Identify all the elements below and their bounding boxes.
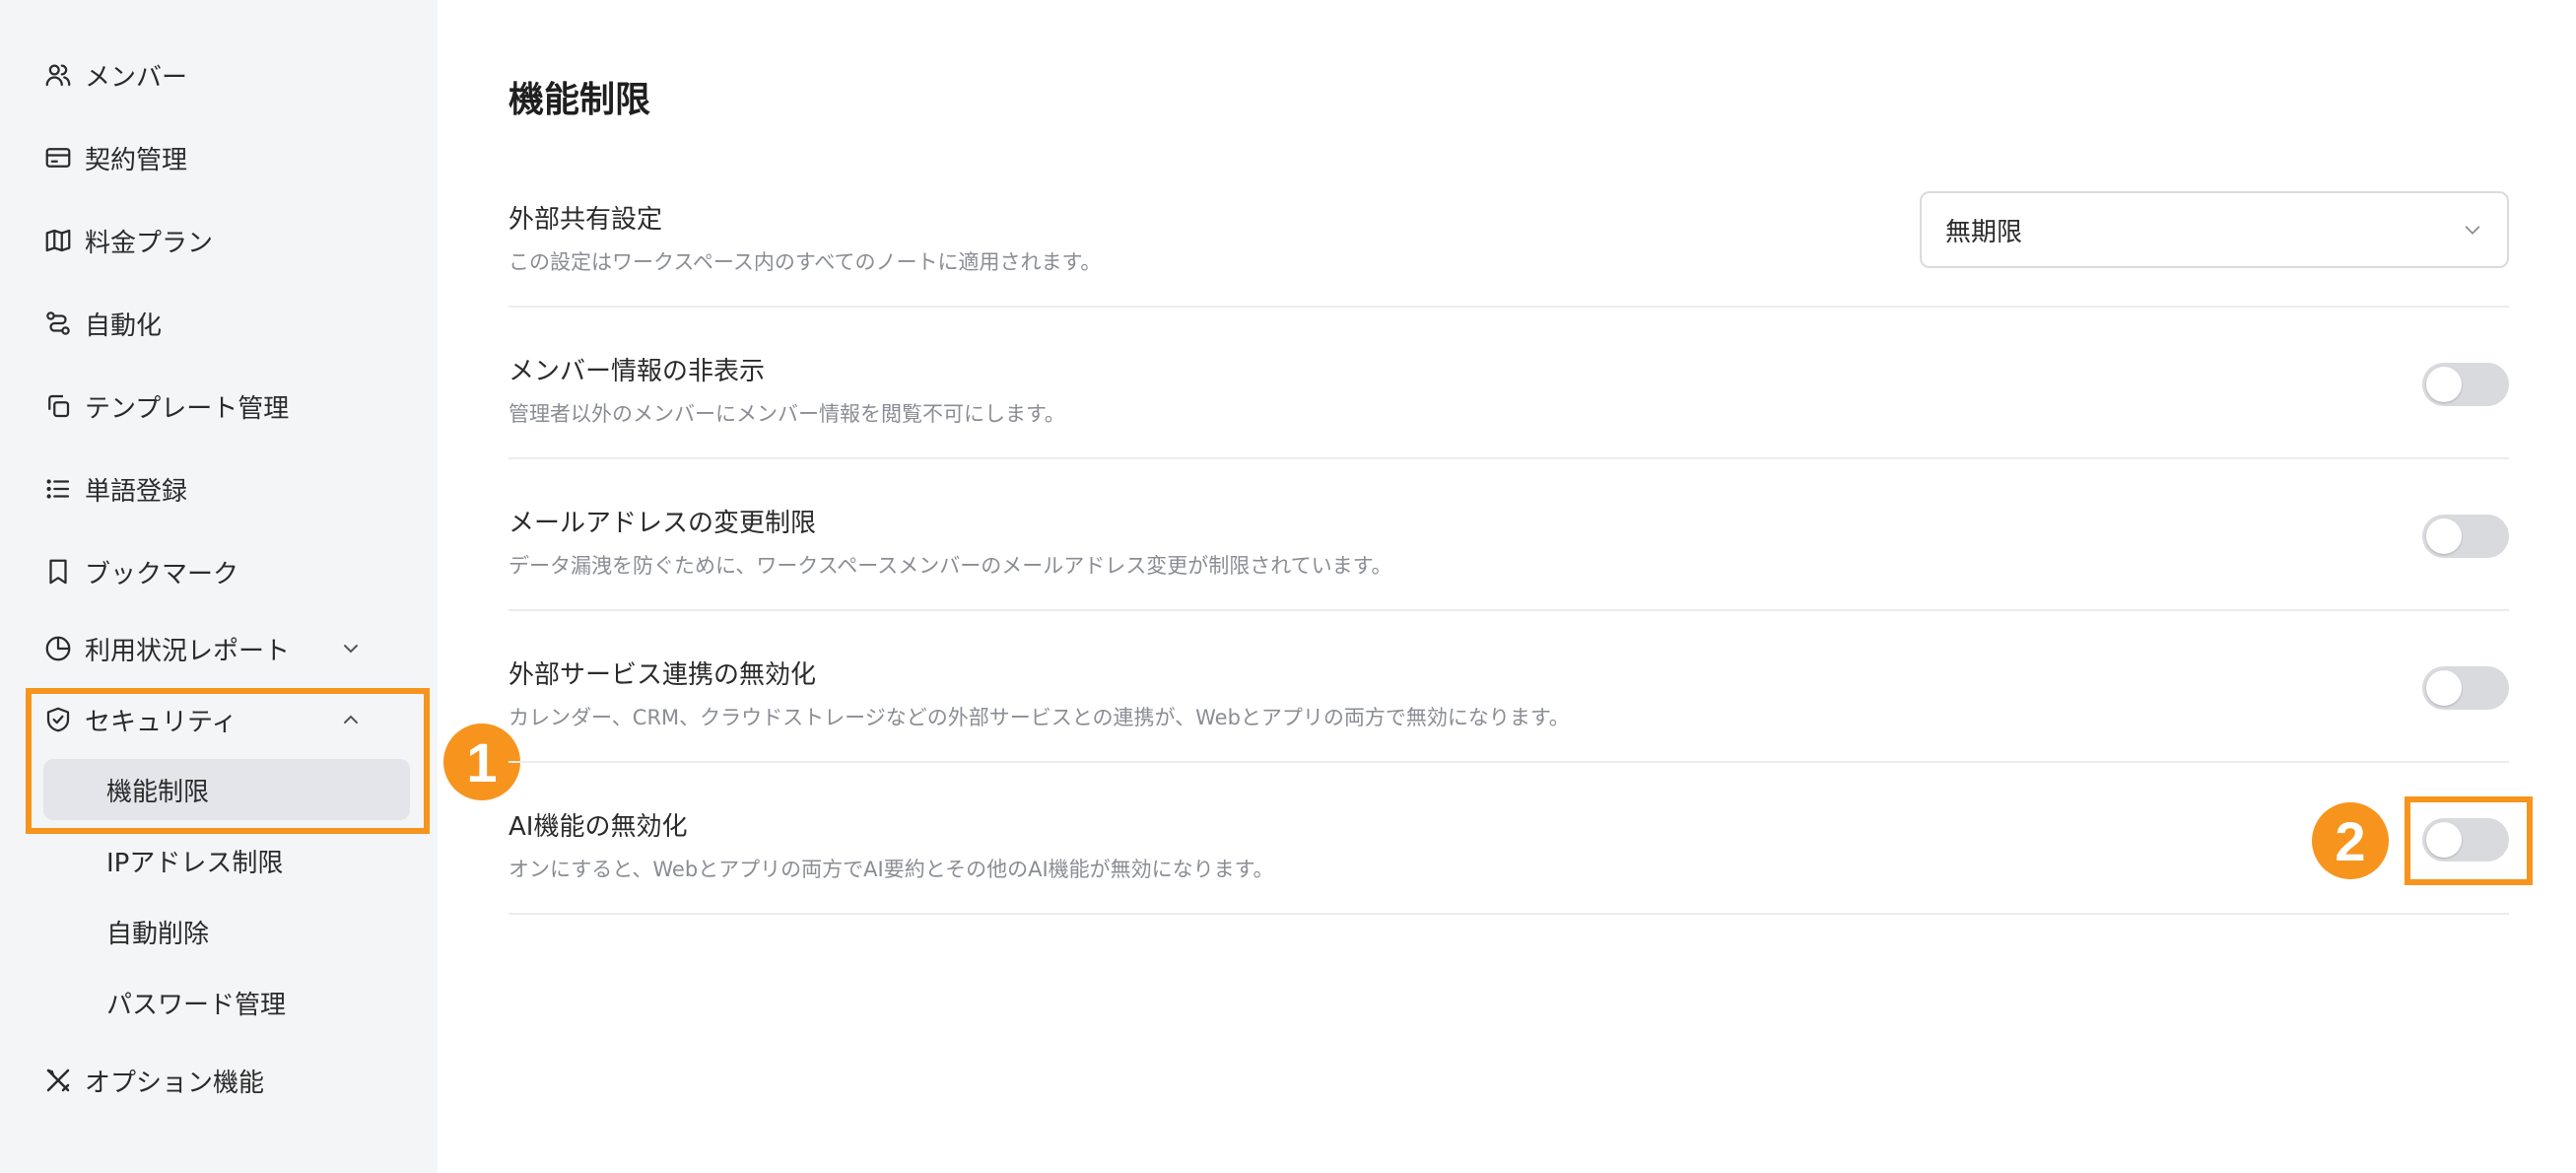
setting-label: メールアドレスの変更制限 xyxy=(508,509,817,538)
main-content: 機能制限 外部共有設定 この設定はワークスペース内のすべてのノートに適用されます… xyxy=(438,0,2576,1173)
highlight-security-box xyxy=(26,688,430,834)
sidebar-item-label: テンプレート管理 xyxy=(85,393,290,424)
sidebar-item-contract[interactable]: 契約管理 xyxy=(43,128,410,187)
sidebar-item-label: 契約管理 xyxy=(85,145,188,175)
setting-description: データ漏洩を防ぐために、ワークスペースメンバーのメールアドレス変更が制限されてい… xyxy=(508,554,1392,578)
external-share-select[interactable]: 無期限 xyxy=(1920,191,2509,268)
toggle-knob xyxy=(2426,518,2462,554)
workflow-icon xyxy=(43,309,73,338)
hide-member-info-toggle[interactable] xyxy=(2422,363,2509,406)
setting-description: オンにすると、Webとアプリの両方でAI要約とその他のAI機能が無効になります。 xyxy=(508,858,1274,881)
sidebar-item-template-management[interactable]: テンプレート管理 xyxy=(43,377,410,436)
setting-row-external-share: 外部共有設定 この設定はワークスペース内のすべてのノートに適用されます。 無期限 xyxy=(508,156,2509,308)
toggle-knob xyxy=(2426,670,2462,706)
sidebar-item-usage-report[interactable]: 利用状況レポート xyxy=(43,619,410,678)
sidebar-item-label: ブックマーク xyxy=(85,559,239,589)
disable-external-services-toggle[interactable] xyxy=(2422,666,2509,710)
credit-card-icon xyxy=(43,143,73,172)
select-value: 無期限 xyxy=(1945,217,2023,247)
sidebar-subitem-auto-delete[interactable]: 自動削除 xyxy=(43,901,410,962)
sidebar: メンバー 契約管理 料金プラン 自動化 テンプレート管理 単語登録 ブックマーク… xyxy=(0,0,438,1173)
sidebar-item-members[interactable]: メンバー xyxy=(43,45,410,104)
sidebar-item-bookmark[interactable]: ブックマーク xyxy=(43,542,410,601)
sidebar-item-label: 単語登録 xyxy=(85,476,188,507)
users-icon xyxy=(43,60,73,90)
setting-row-hide-member-info: メンバー情報の非表示 管理者以外のメンバーにメンバー情報を閲覧不可にします。 xyxy=(508,308,2509,459)
setting-description: この設定はワークスペース内のすべてのノートに適用されます。 xyxy=(508,250,1102,274)
sidebar-item-label: 利用状況レポート xyxy=(85,636,291,666)
bookmark-icon xyxy=(43,557,73,586)
page-title: 機能制限 xyxy=(508,80,651,120)
chevron-down-icon xyxy=(2465,226,2480,235)
sidebar-item-label: オプション機能 xyxy=(85,1068,265,1098)
setting-row-disable-external-services: 外部サービス連携の無効化 カレンダー、CRM、クラウドストレージなどの外部サービ… xyxy=(508,611,2509,763)
sidebar-subitem-label: 自動削除 xyxy=(106,919,210,949)
sidebar-item-pricing-plan[interactable]: 料金プラン xyxy=(43,211,410,270)
sidebar-subitem-label: IPアドレス制限 xyxy=(106,848,284,878)
setting-row-disable-ai: AI機能の無効化 オンにすると、Webとアプリの両方でAI要約とその他のAI機能… xyxy=(508,763,2509,915)
sidebar-subitem-ip-restriction[interactable]: IPアドレス制限 xyxy=(43,830,410,891)
chevron-down-icon xyxy=(344,645,358,654)
email-change-restriction-toggle[interactable] xyxy=(2422,515,2509,558)
copy-icon xyxy=(43,391,73,421)
setting-label: 外部サービス連携の無効化 xyxy=(508,660,817,690)
sidebar-item-label: 料金プラン xyxy=(85,228,214,258)
pie-chart-icon xyxy=(43,634,73,663)
tools-icon xyxy=(43,1066,73,1095)
toggle-knob xyxy=(2426,367,2462,402)
map-icon xyxy=(43,226,73,255)
highlight-ai-toggle-box xyxy=(2405,796,2533,885)
setting-row-email-change-restriction: メールアドレスの変更制限 データ漏洩を防ぐために、ワークスペースメンバーのメール… xyxy=(508,459,2509,611)
sidebar-item-automation[interactable]: 自動化 xyxy=(43,294,410,353)
sidebar-item-word-registration[interactable]: 単語登録 xyxy=(43,459,410,518)
setting-label: 外部共有設定 xyxy=(508,205,663,235)
list-icon xyxy=(43,474,73,504)
setting-description: カレンダー、CRM、クラウドストレージなどの外部サービスとの連携が、Webとアプ… xyxy=(508,706,1570,729)
sidebar-item-label: 自動化 xyxy=(85,310,163,341)
sidebar-subitem-password-management[interactable]: パスワード管理 xyxy=(43,972,410,1033)
sidebar-subitem-label: パスワード管理 xyxy=(106,990,287,1020)
setting-description: 管理者以外のメンバーにメンバー情報を閲覧不可にします。 xyxy=(508,402,1065,426)
step-badge-2: 2 xyxy=(2312,802,2389,879)
setting-label: メンバー情報の非表示 xyxy=(508,357,766,386)
setting-label: AI機能の無効化 xyxy=(508,812,688,842)
sidebar-item-label: メンバー xyxy=(85,62,188,93)
app-window: メンバー 契約管理 料金プラン 自動化 テンプレート管理 単語登録 ブックマーク… xyxy=(0,0,2576,1173)
sidebar-item-option-features[interactable]: オプション機能 xyxy=(43,1051,410,1110)
